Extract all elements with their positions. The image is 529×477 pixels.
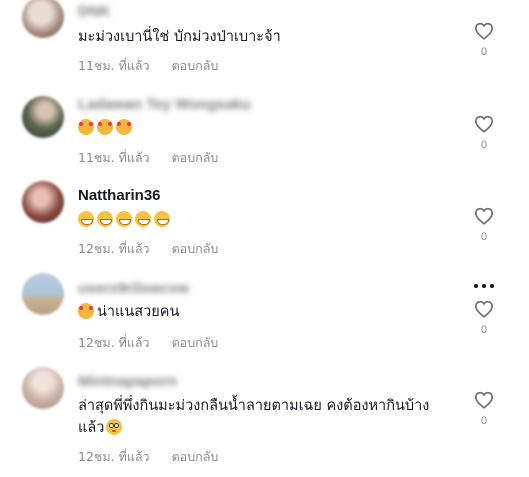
username[interactable]: userx9rilxwcvw bbox=[78, 280, 189, 297]
avatar[interactable] bbox=[22, 367, 64, 409]
grinning-face-icon bbox=[78, 211, 94, 227]
comment-text bbox=[78, 117, 458, 139]
comment-text-line: แล้ว bbox=[78, 417, 458, 439]
more-options-icon[interactable] bbox=[474, 284, 496, 290]
comment-meta: 12ชม. ที่แล้ว ตอบกลับ bbox=[78, 447, 218, 467]
comment-text: ล่าสุดพี่พึ่งกินมะม่วงกลืนน้ำลายตามเฉย ค… bbox=[78, 395, 458, 439]
reply-button[interactable]: ตอบกลับ bbox=[172, 58, 219, 73]
comment-text: น่าแนสวยคน bbox=[78, 301, 458, 323]
username[interactable]: Nattharin36 bbox=[78, 187, 161, 204]
heart-outline-icon[interactable] bbox=[474, 207, 494, 225]
reply-button[interactable]: ตอบกลับ bbox=[172, 241, 219, 256]
comment-text: มะม่วงเบานี่ใช่ บักม่วงป่าเบาะจ้า bbox=[78, 29, 281, 45]
reply-button[interactable]: ตอบกลับ bbox=[172, 449, 219, 464]
comment-text bbox=[78, 209, 458, 231]
comment-text-content: น่าแนสวยคน bbox=[97, 304, 180, 320]
reply-button[interactable]: ตอบกลับ bbox=[172, 150, 219, 165]
like-count: 0 bbox=[480, 415, 488, 427]
avatar[interactable] bbox=[22, 181, 64, 223]
timestamp: 12ชม. ที่แล้ว bbox=[78, 335, 150, 350]
timestamp: 11ชม. ที่แล้ว bbox=[78, 150, 150, 165]
flushed-face-icon bbox=[106, 419, 123, 435]
avatar[interactable] bbox=[22, 273, 64, 315]
like-button[interactable]: 0 bbox=[472, 300, 496, 336]
avatar[interactable] bbox=[22, 96, 64, 138]
like-button[interactable]: 0 bbox=[472, 391, 496, 427]
smiling-face-with-hearts-icon bbox=[97, 119, 113, 135]
timestamp: 12ชม. ที่แล้ว bbox=[78, 241, 150, 256]
like-button[interactable]: 0 bbox=[472, 22, 496, 58]
grinning-face-icon bbox=[154, 211, 170, 227]
timestamp: 11ชม. ที่แล้ว bbox=[78, 58, 150, 73]
username[interactable]: Ladawan Tey Wongsaku bbox=[78, 96, 251, 113]
comment-text-line-end: แล้ว bbox=[78, 420, 105, 436]
timestamp: 12ชม. ที่แล้ว bbox=[78, 449, 150, 464]
comment-meta: 11ชม. ที่แล้ว ตอบกลับ bbox=[78, 56, 218, 76]
like-button[interactable]: 0 bbox=[472, 207, 496, 243]
username[interactable]: Mintnapaporn bbox=[78, 373, 177, 390]
smiling-face-with-hearts-icon bbox=[78, 303, 94, 319]
like-button[interactable]: 0 bbox=[472, 115, 496, 151]
heart-outline-icon[interactable] bbox=[474, 22, 494, 40]
smiling-face-with-hearts-icon bbox=[78, 119, 94, 135]
reply-button[interactable]: ตอบกลับ bbox=[172, 335, 219, 350]
like-count: 0 bbox=[480, 46, 488, 58]
like-count: 0 bbox=[480, 231, 488, 243]
grinning-face-icon bbox=[116, 211, 132, 227]
grinning-face-icon bbox=[135, 211, 151, 227]
comment-meta: 11ชม. ที่แล้ว ตอบกลับ bbox=[78, 148, 218, 168]
comment-meta: 12ชม. ที่แล้ว ตอบกลับ bbox=[78, 239, 218, 259]
heart-outline-icon[interactable] bbox=[474, 391, 494, 409]
comment-text-line: ล่าสุดพี่พึ่งกินมะม่วงกลืนน้ำลายตามเฉย ค… bbox=[78, 398, 430, 414]
grinning-face-icon bbox=[97, 211, 113, 227]
heart-outline-icon[interactable] bbox=[474, 115, 494, 133]
avatar[interactable] bbox=[22, 0, 64, 38]
like-count: 0 bbox=[480, 324, 488, 336]
heart-outline-icon[interactable] bbox=[474, 300, 494, 318]
username[interactable]: DNK bbox=[78, 3, 111, 20]
comment-meta: 12ชม. ที่แล้ว ตอบกลับ bbox=[78, 333, 218, 353]
smiling-face-with-hearts-icon bbox=[116, 119, 132, 135]
like-count: 0 bbox=[480, 139, 488, 151]
